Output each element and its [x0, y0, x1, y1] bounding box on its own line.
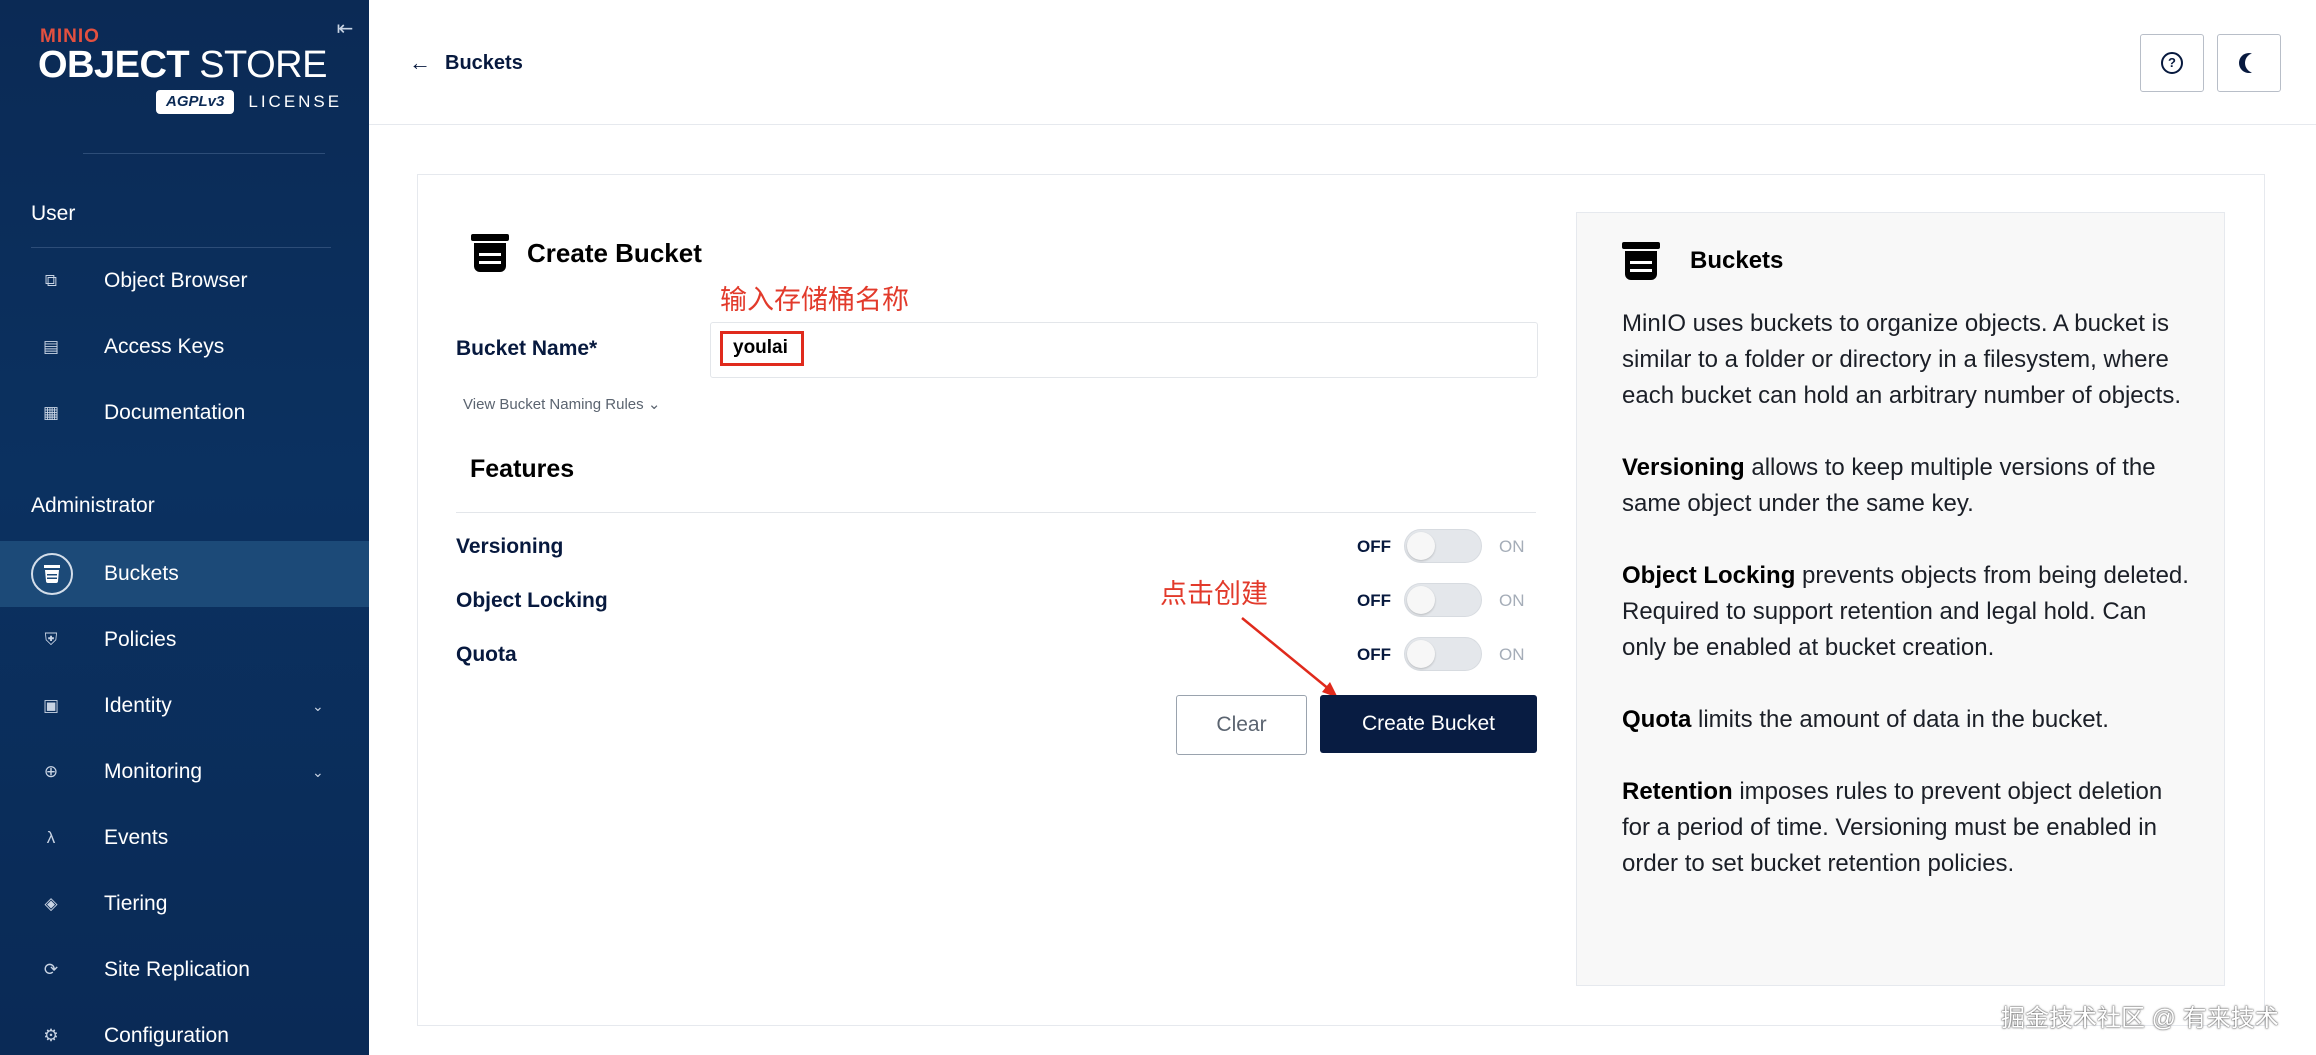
on-label: ON	[1499, 537, 1525, 556]
sidebar-item-events[interactable]: λ Events	[0, 805, 369, 871]
minio-logo[interactable]: MINIO OBJECT STORE AGPLv3 LICENSE	[38, 26, 339, 116]
access-keys-icon: ▤	[42, 337, 60, 356]
clear-button[interactable]: Clear	[1176, 695, 1307, 755]
sidebar-item-label: Identity	[104, 694, 172, 717]
off-label: OFF	[1357, 537, 1391, 556]
sidebar-item-label: Events	[104, 826, 169, 849]
sidebar-item-tiering[interactable]: ◈ Tiering	[0, 871, 369, 937]
toggle-knob	[1407, 532, 1435, 560]
sidebar-item-label: Site Replication	[104, 958, 250, 981]
bucket-icon	[471, 234, 509, 272]
back-label: Buckets	[445, 51, 523, 74]
annotation-input-hint: 输入存储桶名称	[720, 285, 909, 315]
identity-icon: ▣	[42, 696, 60, 715]
features-title: Features	[470, 455, 575, 483]
sidebar-item-label: Object Browser	[104, 269, 248, 292]
agpl-badge: AGPLv3	[156, 90, 235, 114]
sidebar: ⇤ MINIO OBJECT STORE AGPLv3 LICENSE User…	[0, 0, 369, 1055]
bucket-icon	[1622, 242, 1660, 280]
off-label: OFF	[1357, 645, 1391, 664]
annotation-click-hint: 点击创建	[1160, 579, 1268, 609]
annotation-highlight-box	[720, 331, 804, 366]
quota-toggle[interactable]	[1404, 637, 1482, 671]
sidebar-item-monitoring[interactable]: ⊕ Monitoring ⌄	[0, 739, 369, 805]
feature-name: Versioning	[456, 535, 564, 558]
theme-toggle-button[interactable]	[2217, 34, 2281, 92]
back-arrow-icon: ←	[409, 50, 431, 75]
tiering-icon: ◈	[44, 894, 58, 913]
monitoring-icon: ⊕	[43, 762, 59, 781]
section-user: User	[31, 202, 76, 225]
logo-product: OBJECT STORE	[38, 44, 327, 86]
help-item-versioning: Versioning allows to keep multiple versi…	[1622, 454, 2156, 517]
chevron-down-icon: ⌄	[647, 396, 661, 413]
shield-icon: ⛨	[44, 630, 58, 649]
logo-license: LICENSE	[248, 92, 343, 111]
features-divider	[456, 512, 1536, 513]
sidebar-item-label: Configuration	[104, 1024, 229, 1047]
feature-row-versioning: Versioning OFF ON	[456, 527, 1536, 567]
sidebar-item-label: Policies	[104, 628, 177, 651]
form-header: Create Bucket	[471, 234, 702, 272]
sidebar-item-policies[interactable]: ⛨ Policies	[0, 607, 369, 673]
feature-row-object-locking: Object Locking OFF ON	[456, 581, 1536, 621]
object-browser-icon: ⧉	[44, 271, 58, 290]
logo-license-row: AGPLv3 LICENSE	[156, 90, 342, 114]
help-icon: ?	[2161, 52, 2183, 74]
moon-icon	[2245, 53, 2265, 73]
help-item-object-locking: Object Locking prevents objects from bei…	[1622, 562, 2189, 661]
bucket-icon	[31, 553, 73, 595]
help-button[interactable]: ?	[2140, 34, 2204, 92]
help-intro: MinIO uses buckets to organize objects. …	[1622, 310, 2181, 409]
back-to-buckets-link[interactable]: ← Buckets	[409, 50, 523, 76]
lambda-icon: λ	[46, 828, 56, 847]
versioning-toggle[interactable]	[1404, 529, 1482, 563]
sidebar-item-label: Documentation	[104, 401, 246, 424]
sidebar-item-identity[interactable]: ▣ Identity ⌄	[0, 673, 369, 739]
sidebar-divider	[83, 153, 325, 154]
bucket-name-input[interactable]	[710, 322, 1538, 378]
sidebar-item-label: Monitoring	[104, 760, 203, 783]
annotation-arrow	[1241, 617, 1338, 698]
sidebar-item-documentation[interactable]: ▦ Documentation	[0, 380, 369, 446]
feature-name: Quota	[456, 643, 517, 666]
toggle-knob	[1407, 586, 1435, 614]
documentation-icon: ▦	[42, 403, 60, 422]
toggle-knob	[1407, 640, 1435, 668]
chevron-down-icon[interactable]: ⌄	[312, 698, 324, 715]
off-label: OFF	[1357, 591, 1391, 610]
help-text: MinIO uses buckets to organize objects. …	[1622, 306, 2192, 918]
top-bar: ← Buckets ?	[369, 0, 2316, 125]
naming-rules-label: View Bucket Naming Rules	[463, 396, 644, 413]
on-label: ON	[1499, 645, 1525, 664]
sidebar-item-label: Buckets	[104, 562, 179, 585]
replication-icon: ⟳	[43, 960, 59, 979]
feature-row-quota: Quota OFF ON	[456, 635, 1536, 675]
sidebar-item-site-replication[interactable]: ⟳ Site Replication	[0, 937, 369, 1003]
naming-rules-link[interactable]: View Bucket Naming Rules ⌄	[463, 395, 660, 413]
sidebar-item-buckets[interactable]: Buckets	[0, 541, 369, 607]
sidebar-item-object-browser[interactable]: ⧉ Object Browser	[0, 248, 369, 314]
create-bucket-button[interactable]: Create Bucket	[1320, 695, 1537, 753]
object-locking-toggle[interactable]	[1404, 583, 1482, 617]
help-item-retention: Retention imposes rules to prevent objec…	[1622, 778, 2163, 877]
help-header: Buckets	[1622, 242, 1783, 280]
on-label: ON	[1499, 591, 1525, 610]
gear-icon: ⚙	[43, 1026, 59, 1045]
watermark: 掘金技术社区 @ 有来技术	[2001, 1005, 2279, 1032]
chevron-down-icon[interactable]: ⌄	[312, 764, 324, 781]
bucket-name-label: Bucket Name*	[456, 337, 598, 360]
sidebar-item-label: Access Keys	[104, 335, 225, 358]
sidebar-item-access-keys[interactable]: ▤ Access Keys	[0, 314, 369, 380]
form-title: Create Bucket	[527, 237, 702, 268]
help-item-quota: Quota limits the amount of data in the b…	[1622, 706, 2109, 733]
feature-name: Object Locking	[456, 589, 608, 612]
sidebar-item-label: Tiering	[104, 892, 168, 915]
help-title: Buckets	[1690, 247, 1784, 274]
section-administrator: Administrator	[31, 494, 155, 517]
sidebar-item-configuration[interactable]: ⚙ Configuration	[0, 1003, 369, 1055]
